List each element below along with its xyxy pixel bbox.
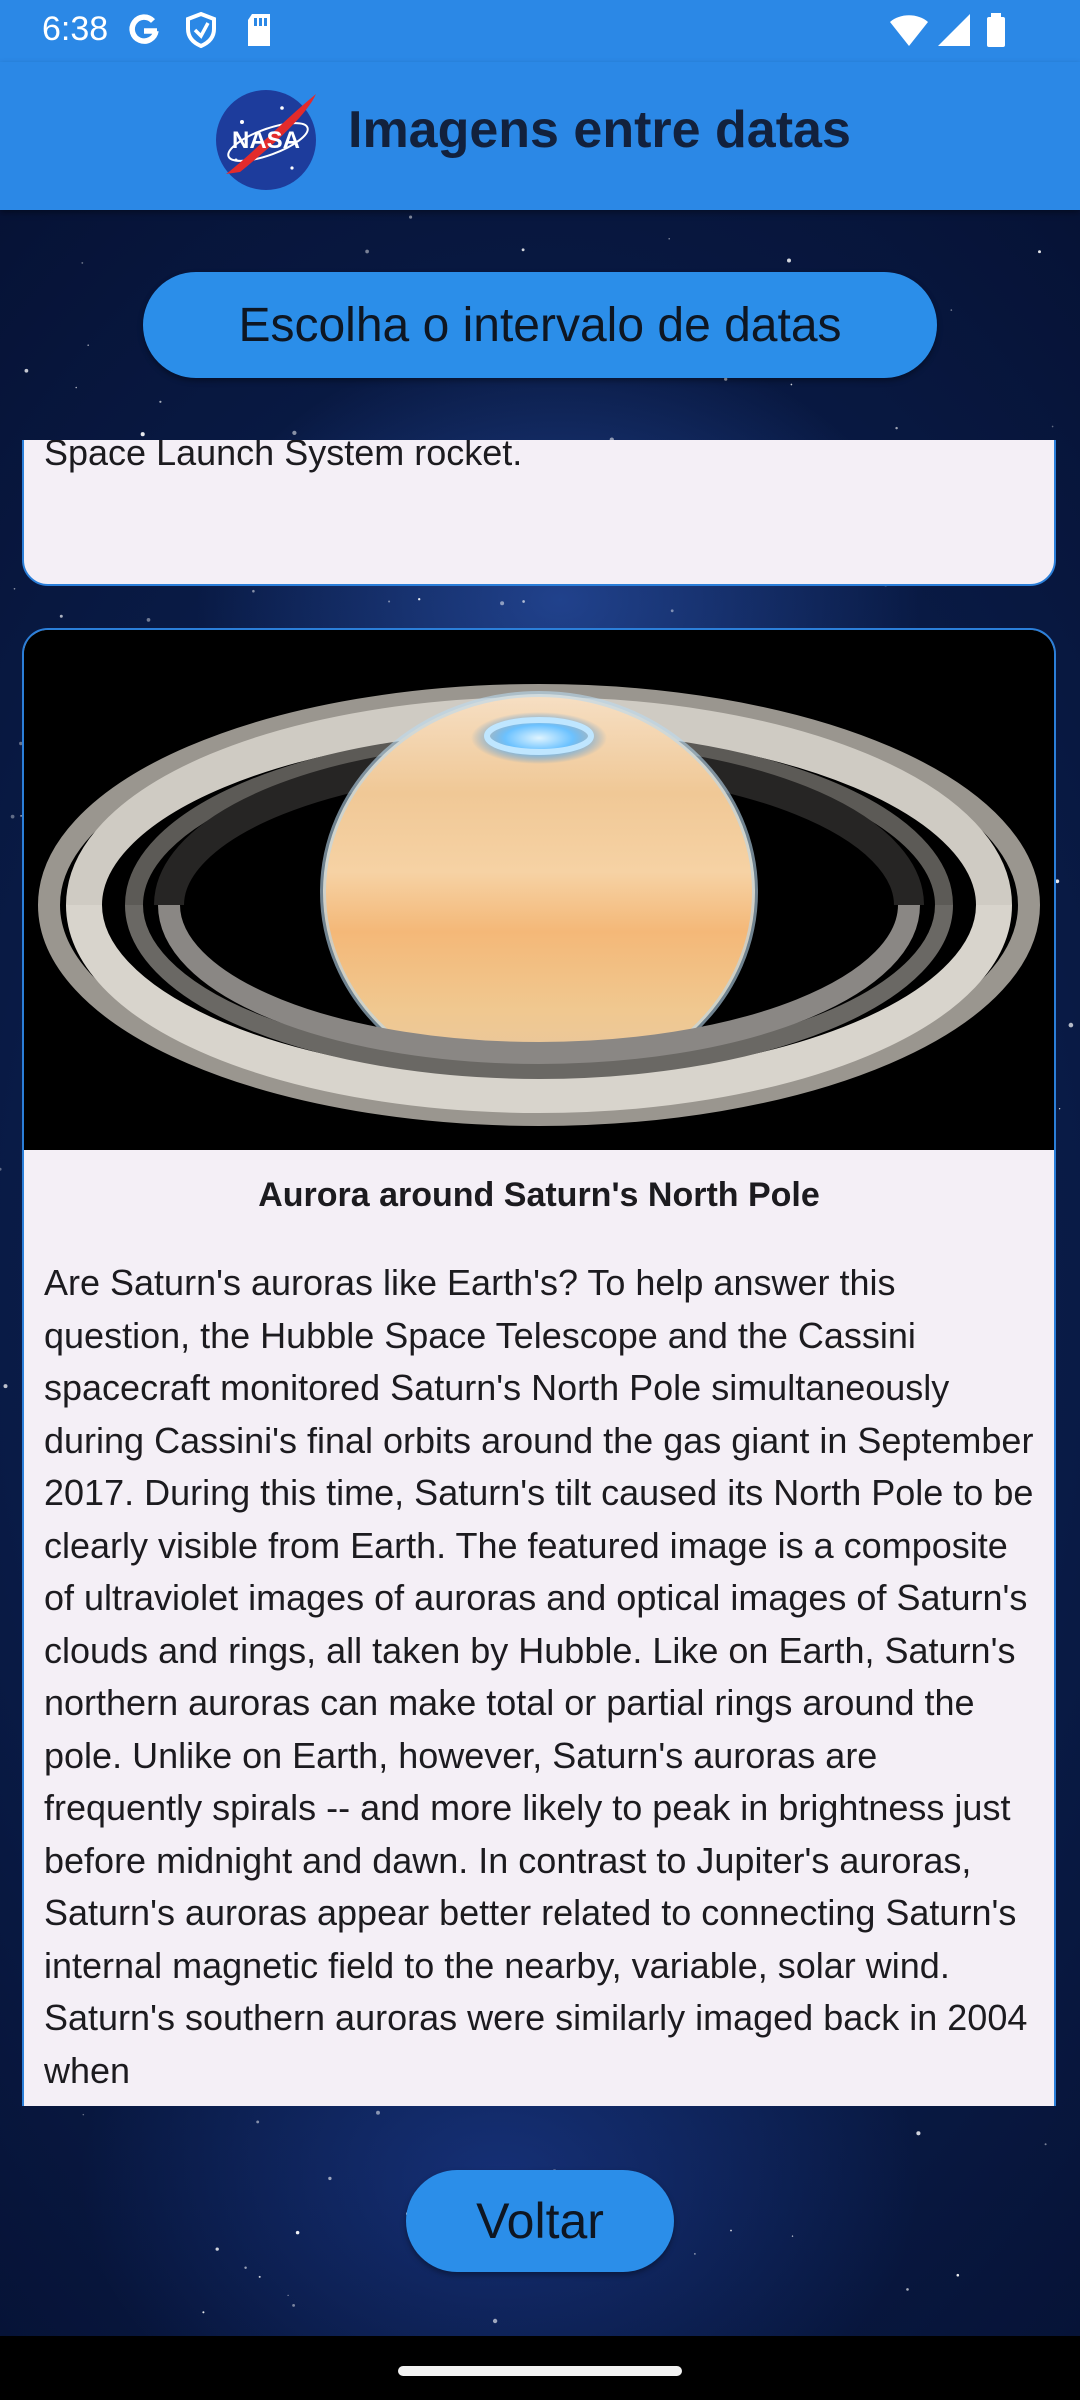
star <box>24 368 29 373</box>
star <box>409 215 413 219</box>
star <box>159 400 162 403</box>
star <box>87 344 90 347</box>
status-bar: 6:38 <box>0 0 1080 62</box>
star <box>916 2131 921 2136</box>
star <box>668 237 670 240</box>
google-icon <box>126 10 162 55</box>
status-time: 6:38 <box>42 10 109 48</box>
sd-card-icon <box>244 10 274 55</box>
star <box>75 386 77 389</box>
star <box>790 383 793 386</box>
app-bar: NASA Imagens entre datas <box>0 62 1080 210</box>
star <box>956 2273 960 2277</box>
star <box>1051 425 1054 428</box>
star <box>365 249 369 254</box>
star <box>1038 250 1041 254</box>
star <box>215 2247 219 2251</box>
star <box>256 2120 260 2124</box>
card-description: Are Saturn's auroras like Earth's? To he… <box>44 1262 1034 2091</box>
signal-icon <box>936 10 972 55</box>
page-title: Imagens entre datas <box>348 101 851 159</box>
star <box>730 2229 732 2232</box>
card-title: Aurora around Saturn's North Pole <box>258 1176 820 1214</box>
star <box>202 2311 205 2314</box>
star <box>521 248 525 252</box>
pick-date-range-button[interactable]: Escolha o intervalo de datas <box>143 272 937 378</box>
apod-card[interactable]: Aurora around Saturn's North Pole Are Sa… <box>22 628 1056 2106</box>
star <box>328 2176 332 2181</box>
nasa-logo-text: NASA <box>232 127 300 154</box>
star <box>1044 2143 1047 2146</box>
star <box>140 432 145 437</box>
card-description: Artemis I mission. The Artemis I uncrewe… <box>44 440 523 473</box>
star <box>906 2288 909 2291</box>
star <box>287 2294 289 2297</box>
home-gesture-handle[interactable] <box>398 2366 682 2376</box>
star <box>292 430 297 436</box>
star <box>895 426 898 430</box>
apod-list[interactable]: Artemis I mission. The Artemis I uncrewe… <box>0 440 1080 2106</box>
star <box>244 2266 247 2269</box>
star <box>787 258 791 263</box>
star <box>492 2318 498 2324</box>
nasa-logo: NASA <box>212 82 324 199</box>
wifi-icon <box>888 10 930 55</box>
star <box>694 2253 696 2255</box>
star <box>292 2304 295 2307</box>
star <box>82 2113 85 2116</box>
shield-icon <box>184 10 218 55</box>
star <box>81 261 84 264</box>
star <box>258 2275 261 2278</box>
star <box>376 2110 380 2115</box>
star <box>295 2230 300 2235</box>
saturn-image[interactable] <box>24 630 1054 1150</box>
apod-card[interactable]: Artemis I mission. The Artemis I uncrewe… <box>22 440 1056 586</box>
back-button[interactable]: Voltar <box>406 2170 674 2272</box>
star <box>791 2235 794 2237</box>
battery-icon <box>984 10 1008 55</box>
star <box>950 309 953 311</box>
